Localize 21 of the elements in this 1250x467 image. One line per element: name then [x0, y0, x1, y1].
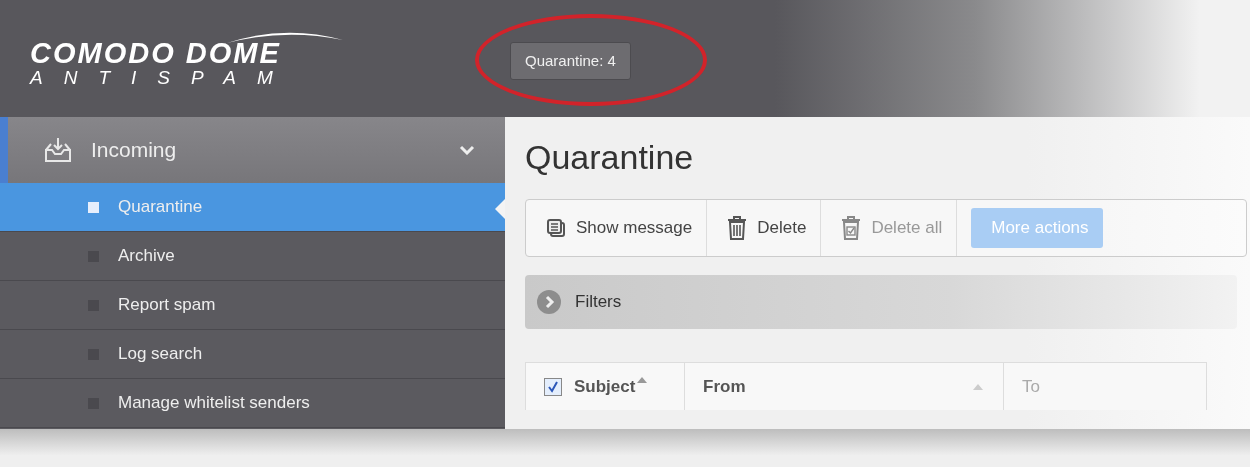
quarantine-count-button[interactable]: Quarantine: 4 [510, 41, 631, 80]
trash-icon [727, 216, 748, 240]
sidebar-section[interactable]: Incoming [0, 117, 505, 183]
page-title: Quarantine [525, 137, 695, 177]
sidebar-item[interactable]: Report spam [0, 281, 505, 330]
sidebar-item[interactable]: Archive [0, 232, 505, 281]
toolbar-button[interactable]: Show message [526, 200, 708, 256]
select-all-checkbox[interactable] [544, 377, 562, 396]
document-stack-icon [546, 218, 566, 238]
section-label: Incoming [91, 138, 178, 162]
filters-bar[interactable]: Filters [525, 275, 1237, 329]
toolbar-button[interactable]: Delete [707, 200, 822, 256]
column-header[interactable]: Subject [526, 363, 685, 410]
logo-subtitle: ANTISPAM [30, 67, 295, 88]
logo-text: COMODO DOME [30, 37, 282, 68]
sidebar-item[interactable]: Log search [0, 330, 505, 379]
trash-check-icon [841, 216, 862, 240]
column-header[interactable]: From [685, 363, 1004, 410]
inbox-download-icon [43, 136, 73, 164]
chevron-icon [459, 145, 475, 155]
sidebar-item[interactable]: Manage whitelist senders [0, 379, 505, 428]
